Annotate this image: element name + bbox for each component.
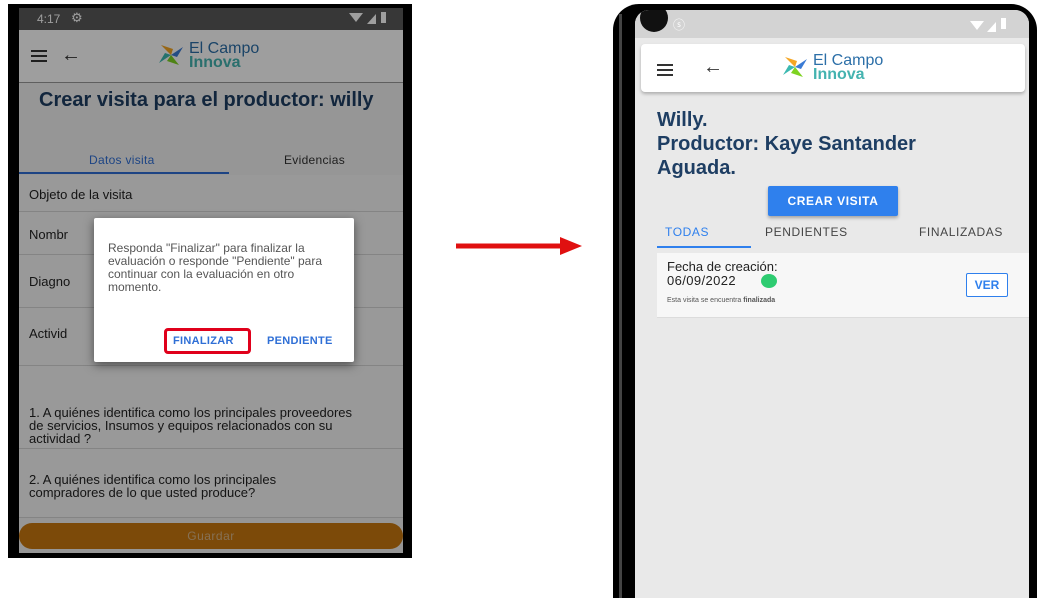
create-visit-button[interactable]: CREAR VISITA [768,186,898,216]
date-label: Fecha de creación: [667,259,778,274]
phone-right: ⓢ ← El Campo Innova Willy. Productor: Ka… [613,4,1037,598]
signal-icon [987,19,996,37]
visit-card[interactable]: Fecha de creación: 06/09/2022 Esta visit… [657,253,1029,318]
confirm-dialog: Responda "Finalizar" para finalizar la e… [94,218,354,362]
finalizar-highlight-box [164,328,251,354]
status-dot [761,274,777,288]
title-line-1: Willy. [657,109,708,131]
status-note: Esta visita se encuentra finalizada [667,297,775,304]
tab-indicator [657,246,751,248]
title-line-3: Aguada. [657,157,736,179]
app-bar: ← El Campo Innova [641,44,1025,92]
logo-pinwheel-icon [781,55,809,84]
left-screen: 4:17 ⚙ ← El Campo Innova Crear visita pa… [19,8,403,553]
camera-cutout [640,10,668,32]
menu-icon[interactable] [657,63,673,81]
battery-icon [1001,18,1006,29]
tab-pendientes[interactable]: PENDIENTES [765,225,848,239]
status-note-prefix: Esta visita se encuentra [667,297,744,304]
date-value: 06/09/2022 [667,273,737,288]
status-note-status: finalizada [743,297,776,304]
back-arrow-icon[interactable]: ← [703,56,723,79]
dialog-message: Responda "Finalizar" para finalizar la e… [108,241,323,294]
phone-left: 4:17 ⚙ ← El Campo Innova Crear visita pa… [8,4,412,558]
title-line-2: Productor: Kaye Santander [657,133,916,155]
wifi-icon [970,18,984,36]
tab-todas[interactable]: TODAS [665,225,709,239]
phone-bezel-edge [619,14,622,598]
flow-arrow-icon [456,237,582,255]
ver-button[interactable]: VER [966,273,1008,297]
tab-finalizadas[interactable]: FINALIZADAS [919,225,1003,239]
page-title: Willy. Productor: Kaye Santander Aguada. [657,108,1017,180]
status-bar: ⓢ [635,10,1029,38]
logo-line-2: Innova [813,66,865,83]
app-logo: El Campo Innova [813,53,883,83]
pendiente-button[interactable]: PENDIENTE [267,335,333,347]
notification-icon: ⓢ [673,18,686,32]
right-screen: ⓢ ← El Campo Innova Willy. Productor: Ka… [635,10,1029,598]
